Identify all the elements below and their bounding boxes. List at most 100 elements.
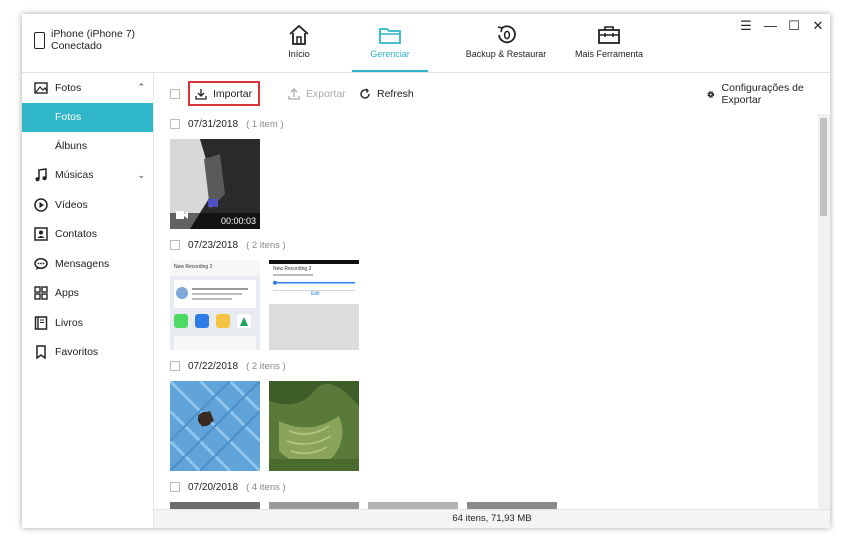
photo-thumbnail[interactable] bbox=[368, 502, 458, 509]
music-icon bbox=[34, 168, 48, 182]
sidebar-item-label: Vídeos bbox=[55, 198, 88, 211]
chevron-up-icon[interactable]: ⌃ bbox=[137, 82, 145, 93]
apps-icon bbox=[34, 286, 48, 300]
sidebar-item-livros[interactable]: Livros bbox=[22, 308, 153, 338]
video-thumbnail[interactable]: 00:00:03 bbox=[170, 139, 260, 229]
group-checkbox[interactable] bbox=[170, 240, 180, 250]
device-name: iPhone (iPhone 7) bbox=[51, 28, 136, 40]
export-settings-label: Configurações de Exportar bbox=[721, 82, 804, 106]
video-duration: 00:00:03 bbox=[220, 216, 256, 226]
maximize-button[interactable]: ☐ bbox=[788, 18, 800, 34]
nav-label: Backup & Restaurar bbox=[465, 49, 547, 59]
group-count: ( 2 itens ) bbox=[246, 360, 286, 372]
upload-icon bbox=[288, 88, 300, 100]
sidebar-item-musicas[interactable]: Músicas ⌄ bbox=[22, 161, 153, 191]
screenshot-thumbnail-image bbox=[269, 260, 359, 350]
group-checkbox[interactable] bbox=[170, 482, 180, 492]
date-group-header: 07/22/2018 ( 2 itens ) bbox=[170, 359, 286, 373]
sidebar-item-fotos[interactable]: Fotos ⌃ bbox=[22, 73, 153, 103]
photo-thumbnail[interactable] bbox=[269, 381, 359, 471]
select-all-checkbox[interactable] bbox=[170, 89, 180, 99]
import-label: Importar bbox=[213, 87, 253, 100]
export-settings-button[interactable]: Configurações de Exportar bbox=[706, 82, 830, 106]
group-checkbox[interactable] bbox=[170, 119, 180, 129]
sidebar-item-label: Apps bbox=[55, 287, 79, 300]
group-count: ( 2 itens ) bbox=[246, 239, 286, 251]
refresh-button[interactable]: Refresh bbox=[359, 83, 414, 105]
scrollbar-thumb[interactable] bbox=[820, 118, 827, 216]
sidebar-item-videos[interactable]: Vídeos bbox=[22, 190, 153, 220]
group-date: 07/22/2018 bbox=[188, 360, 239, 372]
video-camera-icon bbox=[176, 206, 188, 224]
status-summary: 64 itens, 71,93 MB bbox=[452, 513, 532, 524]
date-group-header: 07/23/2018 ( 2 itens ) bbox=[170, 238, 286, 252]
menu-icon[interactable]: ☰ bbox=[740, 18, 752, 34]
toolbox-icon bbox=[598, 26, 620, 44]
photo-thumbnail-image bbox=[269, 381, 359, 471]
screenshot-thumbnail[interactable]: New Recording 2 bbox=[170, 260, 260, 350]
contact-icon bbox=[34, 227, 48, 241]
sidebar-item-favoritos[interactable]: Favoritos bbox=[22, 338, 153, 368]
sidebar-item-apps[interactable]: Apps bbox=[22, 279, 153, 309]
export-button[interactable]: Exportar bbox=[288, 83, 346, 105]
photo-thumbnail-image bbox=[170, 381, 260, 471]
date-group-header: 07/20/2018 ( 4 itens ) bbox=[170, 480, 286, 494]
screenshot-thumbnail-image bbox=[170, 260, 260, 350]
photo-thumbnail[interactable] bbox=[170, 381, 260, 471]
photo-icon bbox=[34, 81, 48, 95]
recording-edit: Edit bbox=[311, 291, 320, 297]
group-date: 07/23/2018 bbox=[188, 239, 239, 251]
folder-icon bbox=[379, 28, 401, 44]
sidebar-sub-label: Álbuns bbox=[55, 140, 88, 152]
scrollbar[interactable] bbox=[818, 114, 830, 509]
sidebar: Fotos ⌃ Fotos Álbuns Músicas ⌄ Vídeos Co… bbox=[22, 73, 154, 528]
book-icon bbox=[34, 316, 48, 330]
sidebar-item-label: Contatos bbox=[55, 228, 98, 241]
download-icon bbox=[195, 88, 207, 100]
sidebar-item-label: Fotos bbox=[55, 81, 82, 94]
sidebar-sub-fotos[interactable]: Fotos bbox=[22, 102, 153, 132]
photo-thumbnail[interactable] bbox=[467, 502, 557, 509]
close-button[interactable]: ✕ bbox=[812, 18, 824, 34]
gear-icon bbox=[707, 90, 715, 98]
nav-label: Mais Ferramenta bbox=[574, 49, 644, 59]
app-window: iPhone (iPhone 7) Conectado Início Geren… bbox=[22, 14, 830, 528]
nav-inicio[interactable]: Início bbox=[274, 14, 324, 72]
photo-thumbnail[interactable] bbox=[269, 502, 359, 509]
sidebar-item-mensagens[interactable]: Mensagens bbox=[22, 249, 153, 279]
chevron-down-icon[interactable]: ⌄ bbox=[137, 170, 145, 181]
minimize-button[interactable]: — bbox=[764, 18, 777, 34]
nav-mais-ferramenta[interactable]: Mais Ferramenta bbox=[572, 14, 646, 72]
group-count: ( 1 item ) bbox=[246, 118, 284, 130]
nav-backup-restaurar[interactable]: Backup & Restaurar bbox=[464, 14, 548, 72]
sidebar-item-label: Favoritos bbox=[55, 346, 99, 359]
bookmark-icon bbox=[34, 345, 48, 360]
recording-title: New Recording 2 bbox=[273, 266, 312, 272]
recording-title: New Recording 2 bbox=[174, 264, 213, 270]
screenshot-thumbnail[interactable]: New Recording 2 Edit bbox=[269, 260, 359, 350]
sidebar-item-contatos[interactable]: Contatos bbox=[22, 220, 153, 250]
home-icon bbox=[289, 24, 309, 45]
phone-icon bbox=[34, 32, 45, 49]
nav-gerenciar[interactable]: Gerenciar bbox=[352, 14, 428, 72]
play-circle-icon bbox=[34, 198, 48, 212]
message-icon bbox=[34, 257, 48, 271]
nav-label: Gerenciar bbox=[370, 49, 410, 59]
refresh-icon bbox=[360, 88, 370, 99]
sidebar-item-label: Músicas bbox=[55, 169, 94, 182]
refresh-label: Refresh bbox=[377, 88, 414, 100]
window-controls: ☰ — ☐ ✕ bbox=[740, 18, 824, 34]
group-checkbox[interactable] bbox=[170, 361, 180, 371]
group-count: ( 4 itens ) bbox=[246, 481, 286, 493]
import-button[interactable]: Importar bbox=[188, 81, 261, 106]
sidebar-sub-label: Fotos bbox=[55, 111, 82, 123]
sidebar-sub-albuns[interactable]: Álbuns bbox=[22, 132, 153, 161]
status-bar: 64 itens, 71,93 MB bbox=[154, 509, 830, 528]
photo-thumbnail[interactable] bbox=[170, 502, 260, 509]
backup-restore-icon bbox=[497, 25, 516, 44]
sidebar-item-label: Mensagens bbox=[55, 257, 110, 270]
top-bar: iPhone (iPhone 7) Conectado Início Geren… bbox=[22, 14, 830, 73]
device-info[interactable]: iPhone (iPhone 7) Conectado bbox=[34, 28, 135, 52]
sidebar-item-label: Livros bbox=[55, 316, 84, 329]
group-date: 07/20/2018 bbox=[188, 481, 239, 493]
